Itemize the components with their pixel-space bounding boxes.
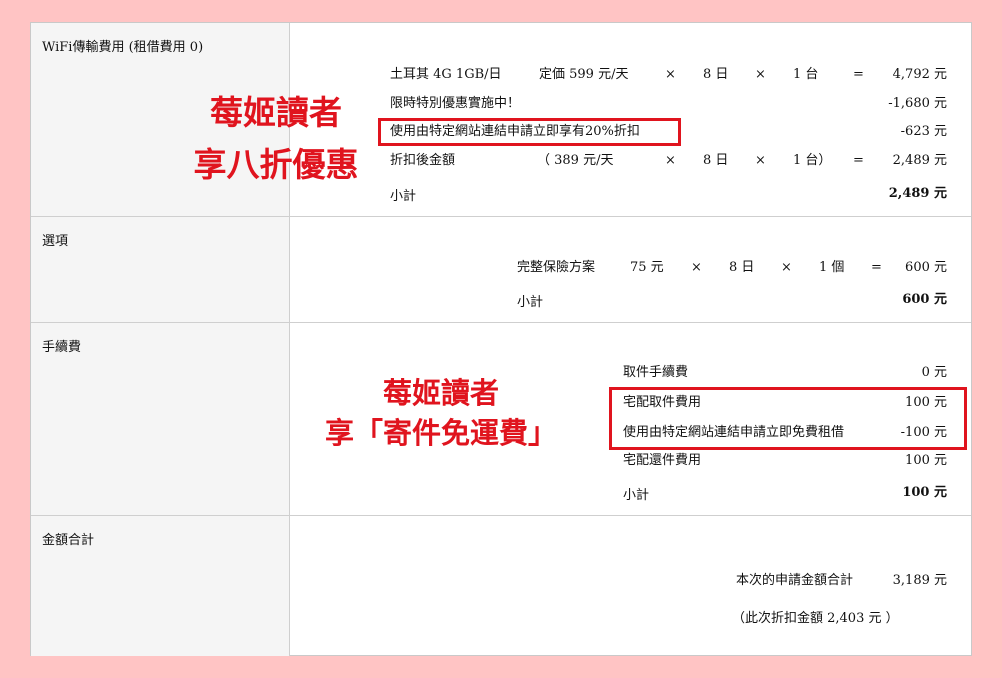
- section-wifi: WiFi傳輸費用 (租借費用 0) 土耳其 4G 1GB/日 定価 599 元/…: [31, 23, 971, 217]
- section-label: 選項: [42, 234, 69, 249]
- row-amount: 0 元: [921, 365, 947, 380]
- times-sign: ×: [691, 260, 702, 275]
- subtotal-label: 小計: [623, 488, 650, 503]
- section-label: 手續費: [42, 340, 82, 355]
- row-amount: -623 元: [900, 124, 947, 139]
- section-label: WiFi傳輸費用 (租借費用 0): [42, 40, 204, 55]
- subtotal-value: 600 元: [902, 292, 947, 307]
- row-unit: （ 389 元/天: [537, 153, 614, 168]
- equals-sign: =: [853, 153, 864, 168]
- subtotal-value: 2,489 元: [888, 186, 947, 201]
- equals-sign: =: [853, 67, 864, 82]
- promo-line: 莓姬讀者: [382, 376, 499, 410]
- row-days: 8 日: [729, 260, 755, 275]
- section-total: 金額合計 本次的申請金額合計 3,189 元 （此次折扣金額 2,403 元 ）: [31, 516, 971, 656]
- times-sign: ×: [665, 67, 676, 82]
- row-qty: 1 台）: [793, 153, 832, 168]
- row-amount: 100 元: [905, 395, 947, 410]
- row-item: 完整保險方案: [517, 260, 596, 275]
- subtotal-label: 小計: [390, 189, 417, 204]
- invoice-sheet: WiFi傳輸費用 (租借費用 0) 土耳其 4G 1GB/日 定価 599 元/…: [30, 22, 972, 656]
- section-label: 金額合計: [42, 533, 95, 548]
- times-sign: ×: [781, 260, 792, 275]
- row-days: 8 日: [703, 153, 729, 168]
- row-amount: 100 元: [905, 453, 947, 468]
- row-amount: 600 元: [905, 260, 947, 275]
- row-item: 宅配取件費用: [623, 395, 702, 410]
- equals-sign: =: [871, 260, 882, 275]
- label-cell: 金額合計: [31, 516, 290, 656]
- row-amount: -100 元: [900, 425, 947, 440]
- promo-annotation: 莓姬讀者 享「寄件免運費」: [301, 373, 581, 453]
- subtotal-value: 100 元: [902, 485, 947, 500]
- promo-line: 享「寄件免運費」: [324, 416, 557, 450]
- label-cell: 選項: [31, 217, 290, 322]
- row-item: 取件手續費: [623, 365, 689, 380]
- row-days: 8 日: [703, 67, 729, 82]
- label-cell: 手續費: [31, 323, 290, 515]
- times-sign: ×: [755, 153, 766, 168]
- row-unit: 定価 599 元/天: [539, 67, 629, 82]
- row-item: 宅配還件費用: [623, 453, 702, 468]
- row-qty: 1 台: [793, 67, 819, 82]
- section-options: 選項 完整保險方案 75 元 × 8 日 × 1 個 = 600 元 小計 60…: [31, 217, 971, 323]
- section-fees: 手續費 取件手續費 0 元 宅配取件費用 100 元 使用由特定網站連結申請立即…: [31, 323, 971, 516]
- row-amount: -1,680 元: [888, 96, 947, 111]
- row-item: 使用由特定網站連結申請立即免費租借: [623, 425, 845, 440]
- total-value: 3,189 元: [892, 573, 947, 588]
- row-qty: 1 個: [819, 260, 845, 275]
- times-sign: ×: [755, 67, 766, 82]
- row-amount: 2,489 元: [892, 153, 947, 168]
- discount-note: （此次折扣金額 2,403 元 ）: [732, 611, 899, 626]
- row-item: 土耳其 4G 1GB/日: [390, 67, 502, 82]
- total-label: 本次的申請金額合計: [736, 573, 854, 588]
- row-item: 使用由特定網站連結申請立即享有20%折扣: [390, 124, 640, 139]
- row-item: 折扣後金額: [390, 153, 456, 168]
- promo-line: 莓姬讀者: [210, 93, 342, 132]
- row-amount: 4,792 元: [892, 67, 947, 82]
- promo-annotation: 莓姬讀者 享八折優惠: [181, 87, 371, 191]
- row-item: 限時特別優惠實施中！: [390, 96, 521, 111]
- times-sign: ×: [665, 153, 676, 168]
- subtotal-label: 小計: [517, 295, 544, 310]
- row-unit: 75 元: [630, 260, 664, 275]
- promo-line: 享八折優惠: [193, 145, 359, 184]
